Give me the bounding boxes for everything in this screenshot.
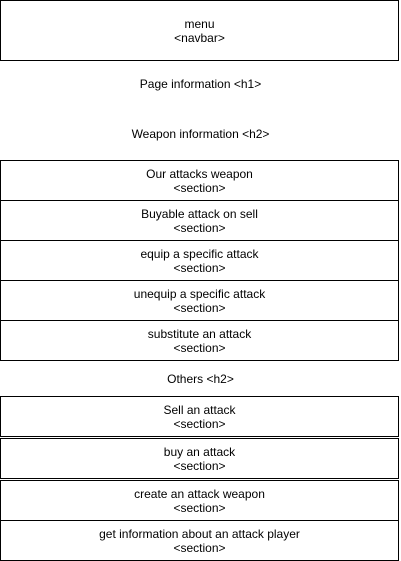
navbar-box: menu <navbar> [0,0,399,61]
weapon-section-equip-attack: equip a specific attack <section> [0,240,399,281]
section-title: Buyable attack on sell [141,206,258,221]
section-tag: <section> [173,500,226,515]
section-tag: <section> [173,300,226,315]
section-tag: <section> [173,540,226,555]
other-section-attack-info: get information about an attack player <… [0,520,399,561]
section-title: create an attack weapon [134,486,265,501]
section-title: Sell an attack [163,402,236,417]
section-tag: <section> [173,458,226,473]
other-section-buy-attack: buy an attack <section> [0,438,399,479]
section-title: buy an attack [163,444,236,459]
section-title: get information about an attack player [99,526,300,541]
weapon-section-buyable-attack: Buyable attack on sell <section> [0,200,399,241]
navbar-tag: <navbar> [174,30,225,45]
section-tag: <section> [173,220,226,235]
weapon-heading-label: Weapon information <h2> [131,127,270,141]
section-tag: <section> [173,180,226,195]
others-heading-label: Others <h2> [167,372,234,386]
weapon-section-unequip-attack: unequip a specific attack <section> [0,280,399,321]
section-title: Our attacks weapon [146,166,253,181]
weapon-section-substitute-attack: substitute an attack <section> [0,320,399,361]
section-title: equip a specific attack [140,246,259,261]
weapon-section-our-attacks: Our attacks weapon <section> [0,160,399,201]
page-heading-label: Page information <h1> [139,77,262,91]
section-tag: <section> [173,340,226,355]
section-tag: <section> [173,416,226,431]
section-tag: <section> [173,260,226,275]
section-title: unequip a specific attack [133,286,266,301]
other-section-sell-attack: Sell an attack <section> [0,396,399,437]
section-title: substitute an attack [147,326,252,341]
navbar-title: menu [184,16,215,31]
other-section-create-weapon: create an attack weapon <section> [0,480,399,521]
